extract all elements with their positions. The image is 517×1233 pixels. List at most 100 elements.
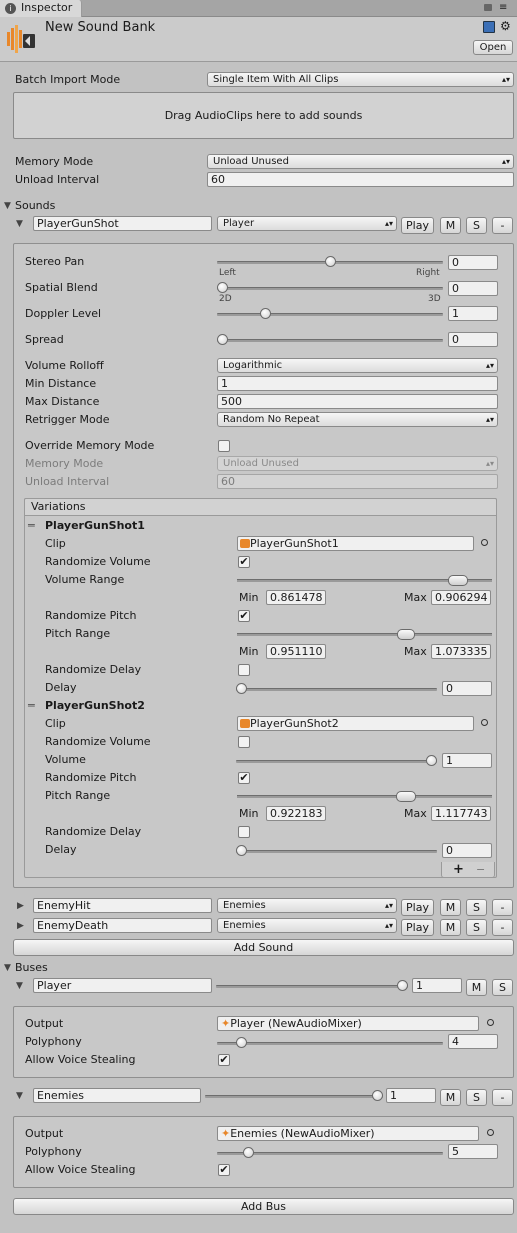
sound-bus-dropdown[interactable]: Enemies ▴▾ [217, 898, 397, 913]
pitch-max-field[interactable]: 1.073335 [431, 644, 491, 659]
pitch-min-field[interactable]: 0.922183 [266, 806, 326, 821]
remove-variation-button[interactable]: − [476, 863, 485, 877]
delay-field[interactable]: 0 [442, 681, 492, 696]
object-picker-icon[interactable] [481, 539, 488, 546]
min-distance-field[interactable]: 1 [217, 376, 498, 391]
help-book-icon[interactable] [483, 21, 495, 33]
polyphony-field[interactable]: 5 [448, 1144, 498, 1159]
output-field[interactable]: ✦Enemies (NewAudioMixer) [217, 1126, 479, 1141]
mute-button[interactable]: M [440, 899, 461, 916]
override-memory-checkbox[interactable] [218, 440, 230, 452]
delay-field[interactable]: 0 [442, 843, 492, 858]
randomize-pitch-checkbox[interactable]: ✔ [238, 772, 250, 784]
volume-max-field[interactable]: 0.906294 [431, 590, 491, 605]
solo-button[interactable]: S [466, 1089, 487, 1106]
pitch-range-slider[interactable] [237, 790, 492, 804]
retrigger-dropdown[interactable]: Random No Repeat ▴▾ [217, 412, 498, 427]
sound-name-field[interactable]: EnemyHit [33, 898, 212, 913]
volume-rolloff-dropdown[interactable]: Logarithmic ▴▾ [217, 358, 498, 373]
polyphony-slider[interactable] [217, 1036, 443, 1050]
bus-name-field[interactable]: Enemies [33, 1088, 201, 1103]
solo-button[interactable]: S [466, 217, 487, 234]
randomize-delay-checkbox[interactable] [238, 664, 250, 676]
volume-range-slider[interactable] [237, 574, 492, 588]
drag-handle-icon[interactable]: ═ [28, 520, 35, 532]
object-picker-icon[interactable] [487, 1129, 494, 1136]
randomize-delay-checkbox[interactable] [238, 826, 250, 838]
add-variation-button[interactable]: + [453, 863, 464, 877]
play-button[interactable]: Play [401, 899, 434, 916]
foldout-arrow-icon[interactable]: ▼ [16, 218, 23, 230]
object-picker-icon[interactable] [487, 1019, 494, 1026]
max-distance-field[interactable]: 500 [217, 394, 498, 409]
spatial-blend-slider[interactable] [217, 281, 443, 295]
doppler-field[interactable]: 1 [448, 306, 498, 321]
delay-slider[interactable] [236, 682, 437, 696]
gear-icon[interactable]: ⚙ [500, 19, 511, 33]
voice-stealing-checkbox[interactable]: ✔ [218, 1054, 230, 1066]
output-field[interactable]: ✦Player (NewAudioMixer) [217, 1016, 479, 1031]
randomize-volume-checkbox[interactable] [238, 736, 250, 748]
remove-sound-button[interactable]: - [492, 899, 513, 916]
foldout-arrow-icon[interactable]: ▼ [4, 200, 11, 212]
volume-min-field[interactable]: 0.861478 [266, 590, 326, 605]
sound-name-field[interactable]: EnemyDeath [33, 918, 212, 933]
foldout-arrow-icon[interactable]: ▶ [17, 900, 24, 912]
clip-field[interactable]: PlayerGunShot1 [237, 536, 474, 551]
sound-bus-dropdown[interactable]: Player ▴▾ [217, 216, 397, 231]
solo-button[interactable]: S [466, 899, 487, 916]
add-bus-button[interactable]: Add Bus [13, 1198, 514, 1215]
remove-sound-button[interactable]: - [492, 919, 513, 936]
pitch-min-field[interactable]: 0.951110 [266, 644, 326, 659]
pitch-max-field[interactable]: 1.117743 [431, 806, 491, 821]
remove-bus-button[interactable]: - [492, 1089, 513, 1106]
foldout-arrow-icon[interactable]: ▼ [16, 980, 23, 992]
solo-button[interactable]: S [466, 919, 487, 936]
foldout-arrow-icon[interactable]: ▶ [17, 920, 24, 932]
randomize-pitch-checkbox[interactable]: ✔ [238, 610, 250, 622]
solo-button[interactable]: S [492, 979, 513, 996]
volume-field[interactable]: 1 [442, 753, 492, 768]
mute-button[interactable]: M [440, 217, 461, 234]
spread-field[interactable]: 0 [448, 332, 498, 347]
mute-button[interactable]: M [466, 979, 487, 996]
unload-interval-field[interactable]: 60 [207, 172, 514, 187]
polyphony-slider[interactable] [217, 1146, 443, 1160]
clip-drop-area[interactable]: Drag AudioClips here to add sounds [13, 92, 514, 139]
randomize-volume-checkbox[interactable]: ✔ [238, 556, 250, 568]
mute-button[interactable]: M [440, 1089, 461, 1106]
drag-handle-icon[interactable]: ═ [28, 700, 35, 712]
pitch-range-slider[interactable] [237, 628, 492, 642]
memory-mode-dropdown[interactable]: Unload Unused ▴▾ [207, 154, 514, 169]
stereo-pan-field[interactable]: 0 [448, 255, 498, 270]
bus-volume-field[interactable]: 1 [386, 1088, 436, 1103]
inspector-tab[interactable]: i Inspector [0, 0, 82, 17]
spread-slider[interactable] [217, 333, 443, 347]
spatial-blend-field[interactable]: 0 [448, 281, 498, 296]
doppler-slider[interactable] [217, 307, 443, 321]
add-sound-button[interactable]: Add Sound [13, 939, 514, 956]
remove-sound-button[interactable]: - [492, 217, 513, 234]
sound-name-field[interactable]: PlayerGunShot [33, 216, 212, 231]
volume-slider[interactable] [236, 754, 437, 768]
object-picker-icon[interactable] [481, 719, 488, 726]
bus-name-field[interactable]: Player [33, 978, 212, 993]
open-button[interactable]: Open [473, 40, 513, 55]
polyphony-field[interactable]: 4 [448, 1034, 498, 1049]
play-button[interactable]: Play [401, 217, 434, 234]
delay-slider[interactable] [236, 844, 437, 858]
sound-bus-dropdown[interactable]: Enemies ▴▾ [217, 918, 397, 933]
bus-volume-slider[interactable] [205, 1089, 383, 1103]
voice-stealing-checkbox[interactable]: ✔ [218, 1164, 230, 1176]
stereo-pan-slider[interactable] [217, 255, 443, 269]
foldout-arrow-icon[interactable]: ▼ [16, 1090, 23, 1102]
foldout-arrow-icon[interactable]: ▼ [4, 962, 11, 974]
batch-import-dropdown[interactable]: Single Item With All Clips ▴▾ [207, 72, 514, 87]
play-button[interactable]: Play [401, 919, 434, 936]
mute-button[interactable]: M [440, 919, 461, 936]
bus-volume-field[interactable]: 1 [412, 978, 462, 993]
bus-volume-slider[interactable] [216, 979, 408, 993]
menu-icon[interactable]: ≡ [499, 2, 507, 14]
clip-field[interactable]: PlayerGunShot2 [237, 716, 474, 731]
lock-icon[interactable] [484, 4, 492, 11]
